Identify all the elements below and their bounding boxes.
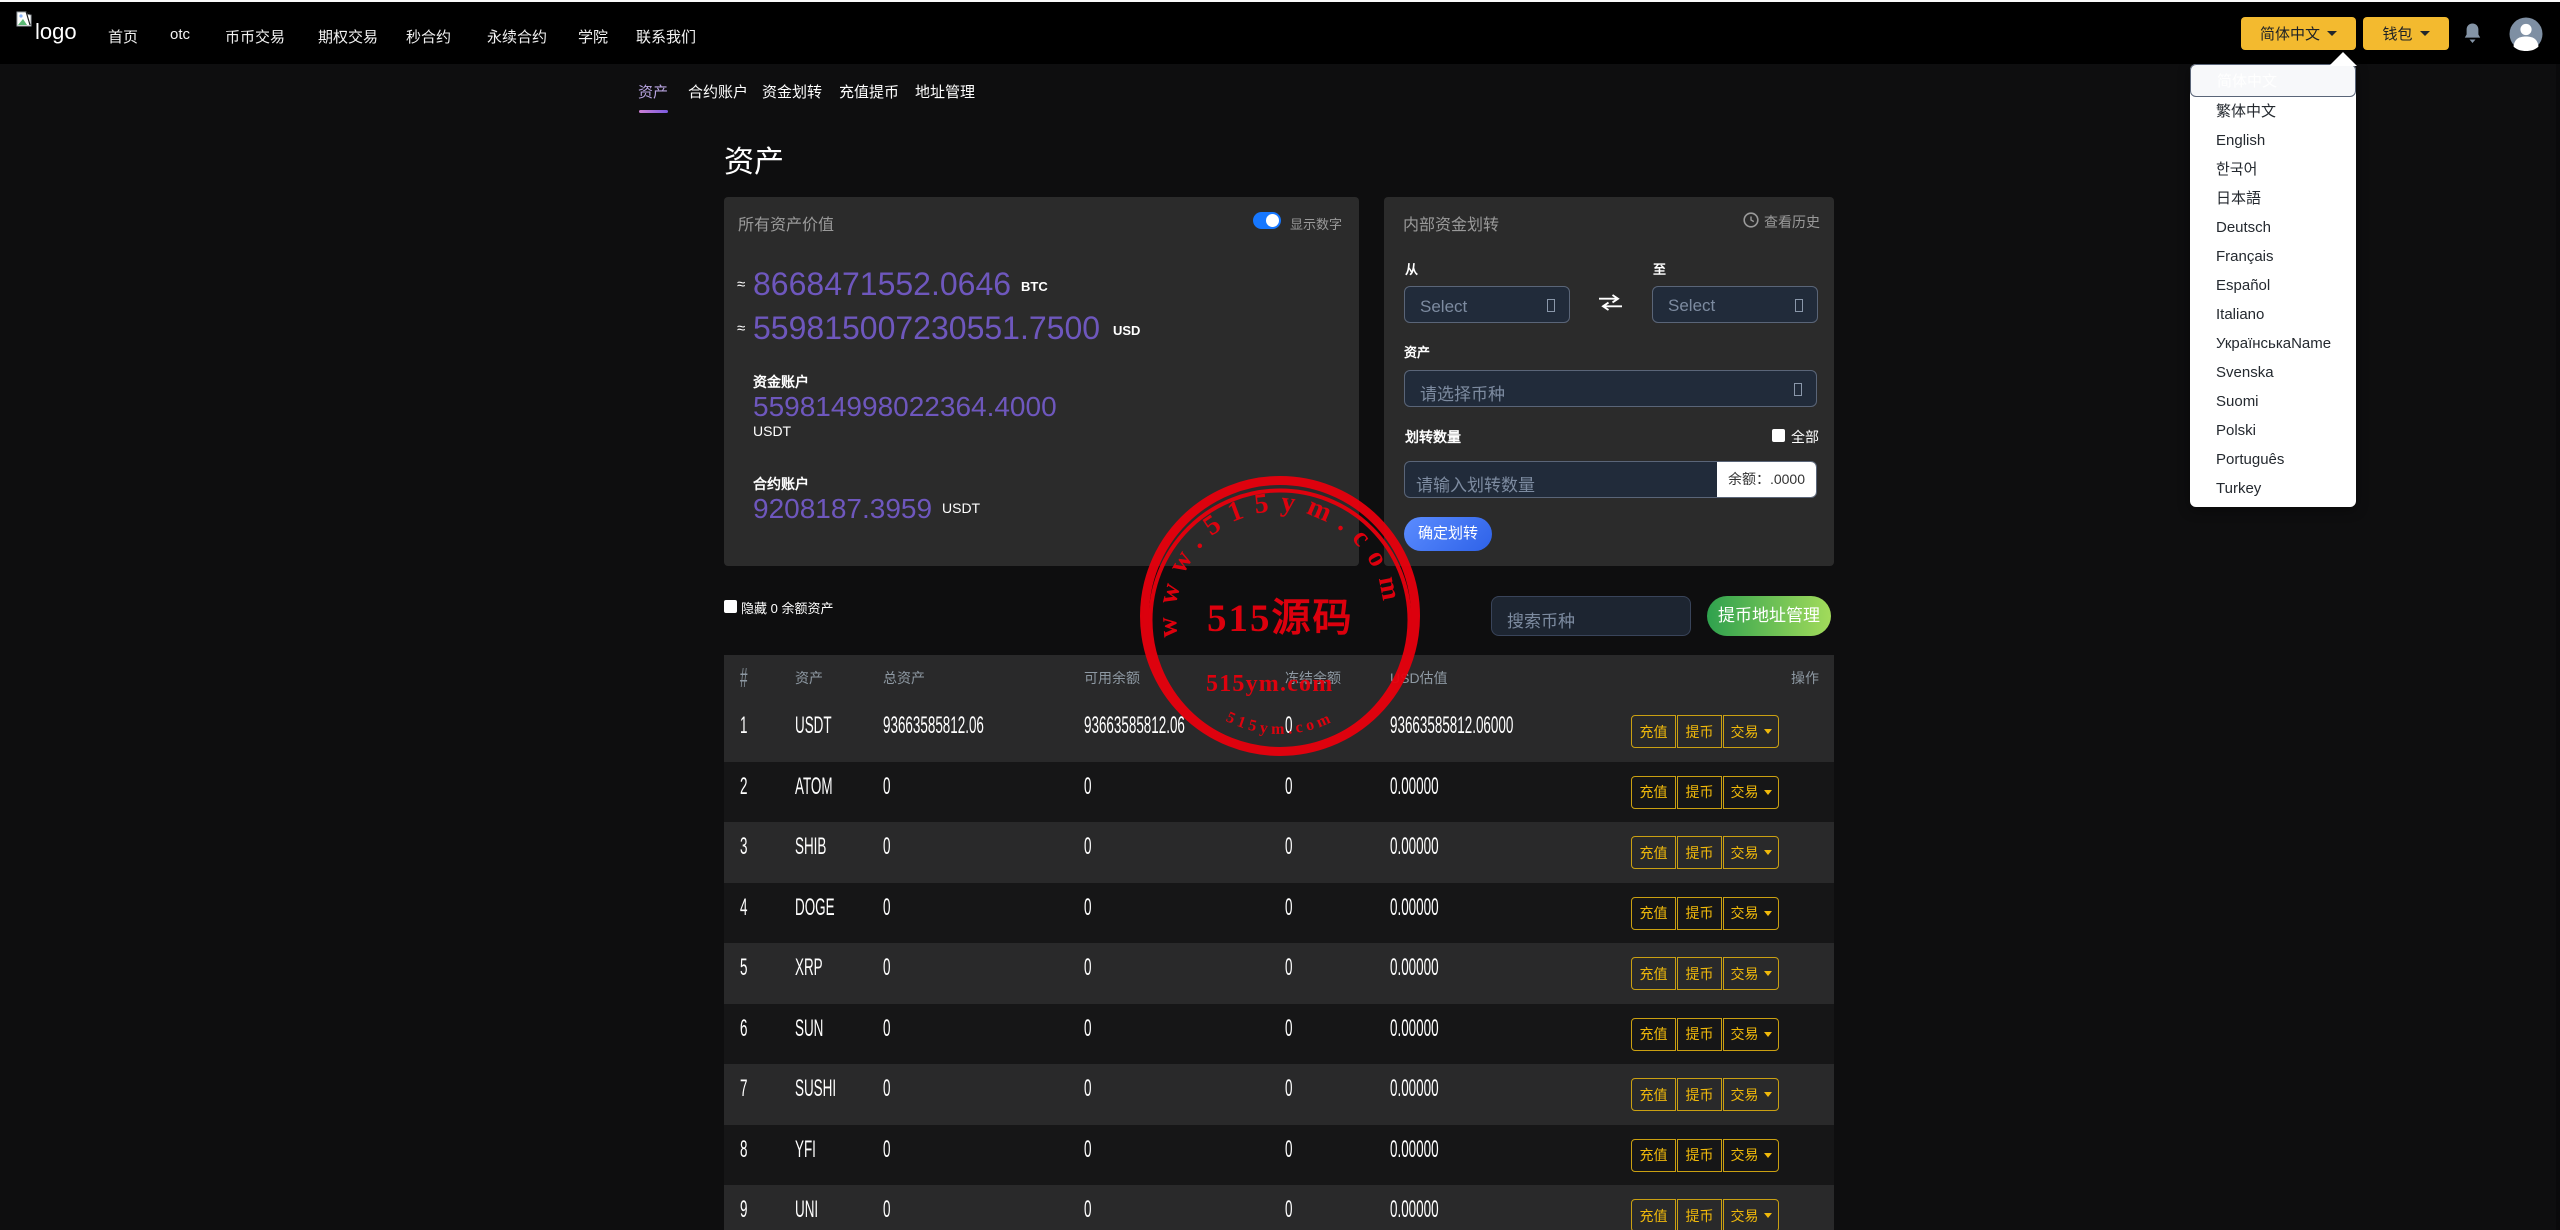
svg-text:515ym.com: 515ym.com xyxy=(1223,709,1336,738)
svg-text:515ym.com: 515ym.com xyxy=(1206,671,1333,697)
svg-text:515源码: 515源码 xyxy=(1207,597,1354,640)
